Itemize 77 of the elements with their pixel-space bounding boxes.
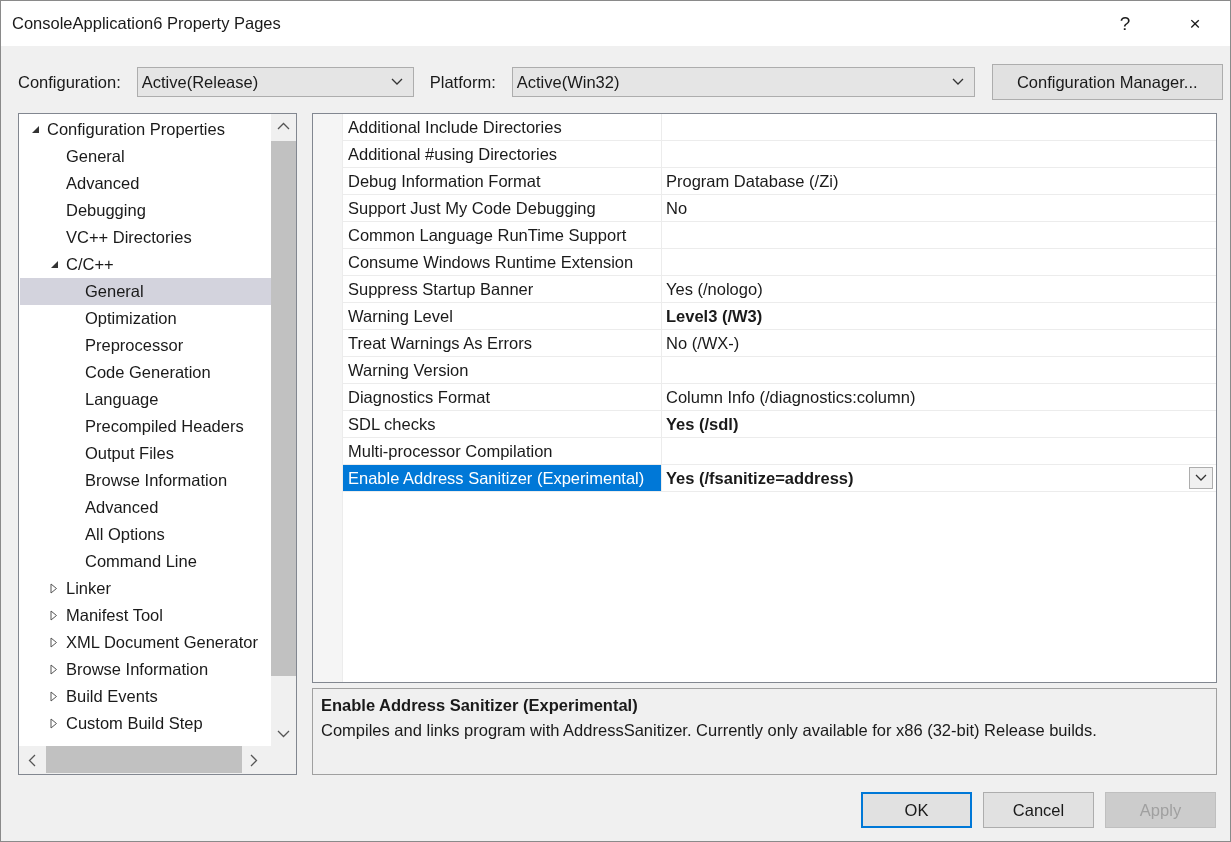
tree-item[interactable]: General [20,278,271,305]
dialog-button[interactable]: Cancel [983,792,1094,828]
tree-item[interactable]: Command Line [20,548,271,575]
horizontal-scrollbar[interactable] [19,746,296,774]
property-value: Yes (/sdl) [666,414,739,434]
tree-item[interactable]: Optimization [20,305,271,332]
tree-item[interactable]: Advanced [20,494,271,521]
tree-item[interactable]: Browse Information [20,656,271,683]
description-title: Enable Address Sanitizer (Experimental) [321,696,639,715]
property-value: No (/WX-) [666,333,740,353]
property-name[interactable]: Suppress Startup Banner [343,276,662,302]
configuration-label: Configuration: [18,72,121,92]
tree-item[interactable]: XML Document Generator [20,629,271,656]
scroll-down-icon[interactable] [277,730,290,738]
property-value: No [666,198,688,218]
dialog-button[interactable]: OK [861,792,972,828]
property-value: Program Database (/Zi) [666,171,839,191]
property-value: Level3 (/W3) [666,306,763,326]
property-value: Yes (/nologo) [666,279,763,299]
platform-dropdown[interactable]: Active(Win32) [511,67,975,97]
property-name[interactable]: SDL checks [343,411,662,437]
scroll-up-icon[interactable] [277,122,290,130]
tree-item[interactable]: Linker [20,575,271,602]
vertical-scrollbar[interactable] [271,114,296,746]
configuration-manager-button[interactable]: Configuration Manager... [991,64,1223,100]
expanded-triangle-icon[interactable] [30,125,40,134]
property-name[interactable]: Additional Include Directories [343,114,662,140]
tree-item[interactable]: Output Files [20,440,271,467]
property-name[interactable]: Support Just My Code Debugging [343,195,662,221]
description-text: Compiles and links program with AddressSanitizer. Currently only available for x86 (32-bit) Release builds. [321,721,1098,740]
property-name[interactable]: Enable Address Sanitizer (Experimental) [343,465,662,491]
property-name[interactable]: Warning Level [343,303,662,329]
expanded-triangle-icon[interactable] [49,260,59,269]
scrollbar-thumb[interactable] [271,141,296,676]
tree-item[interactable]: Build Events [20,683,271,710]
property-name[interactable]: Consume Windows Runtime Extension [343,249,662,275]
property-name[interactable]: Common Language RunTime Support [343,222,662,248]
tree-item[interactable]: Precompiled Headers [20,413,271,440]
property-name[interactable]: Treat Warnings As Errors [343,330,662,356]
property-name[interactable]: Multi-processor Compilation [343,438,662,464]
chevron-down-icon [951,78,964,86]
chevron-down-icon [1195,474,1207,482]
collapsed-triangle-icon[interactable] [50,718,58,729]
scrollbar-thumb[interactable] [46,746,242,773]
property-value: Yes (/fsanitize=address) [666,468,854,488]
tree-item[interactable]: Advanced [20,170,271,197]
property-name[interactable]: Warning Version [343,357,662,383]
tree-item[interactable]: General [20,143,271,170]
tree-item[interactable]: VC++ Directories [20,224,271,251]
tree-item[interactable]: Language [20,386,271,413]
value-dropdown-button[interactable] [1189,467,1213,489]
tree-item[interactable]: Configuration Properties [20,116,271,143]
scroll-right-icon[interactable] [250,754,258,767]
collapsed-triangle-icon[interactable] [50,583,58,594]
property-value: Column Info (/diagnostics:column) [666,387,916,407]
scroll-left-icon[interactable] [28,754,36,767]
tree-item[interactable]: Code Generation [20,359,271,386]
platform-label: Platform: [429,72,496,92]
collapsed-triangle-icon[interactable] [50,637,58,648]
collapsed-triangle-icon[interactable] [50,610,58,621]
tree-item[interactable]: Custom Build Step [20,710,271,737]
tree-item[interactable]: Preprocessor [20,332,271,359]
collapsed-triangle-icon[interactable] [50,664,58,675]
tree-item[interactable]: All Options [20,521,271,548]
collapsed-triangle-icon[interactable] [50,691,58,702]
configuration-dropdown[interactable]: Active(Release) [136,67,414,97]
tree-item[interactable]: Manifest Tool [20,602,271,629]
window-title: ConsoleApplication6 Property Pages [12,14,282,33]
help-button[interactable]: ? [1090,12,1160,35]
chevron-down-icon [390,78,403,86]
tree-item[interactable]: Debugging [20,197,271,224]
property-name[interactable]: Debug Information Format [343,168,662,194]
tree-item[interactable]: Browse Information [20,467,271,494]
property-name[interactable]: Additional #using Directories [343,141,662,167]
close-button[interactable]: × [1160,12,1230,35]
tree-item[interactable]: C/C++ [20,251,271,278]
property-name[interactable]: Diagnostics Format [343,384,662,410]
